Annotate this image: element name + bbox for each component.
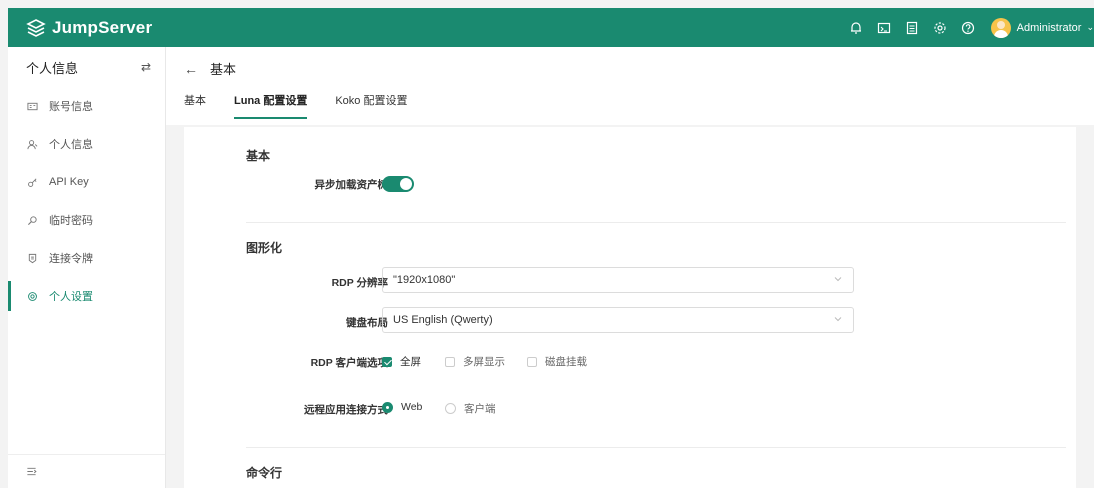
sidebar-item-profile[interactable]: 个人信息 [8, 125, 165, 163]
checkbox-unchecked[interactable] [527, 356, 537, 367]
keyboard-layout-select[interactable]: US English (Qwerty) [382, 307, 854, 333]
app-logo[interactable]: JumpServer [8, 18, 152, 38]
topbar-actions: Administrator ⌄ [835, 8, 1094, 47]
rdp-resolution-value: "1920x1080" [393, 274, 456, 286]
sidebar-item-label: 连接令牌 [49, 253, 93, 265]
tab-basic[interactable]: 基本 [184, 92, 206, 119]
remote-app-connect-label: 远程应用连接方式 [304, 404, 388, 416]
sidebar-item-connection-token[interactable]: 连接令牌 [8, 239, 165, 277]
tasks-icon[interactable] [905, 21, 919, 35]
rdp-client-options-label: RDP 客户端选项 [310, 357, 388, 369]
checkbox-checked[interactable] [382, 356, 392, 367]
chevron-down-icon [834, 277, 842, 282]
divider [246, 222, 1066, 223]
sidebar: 个人信息 ⇄ 账号信息 个人信息 API Key 临时密码 连接令牌 个人设置 [8, 47, 166, 488]
sidebar-item-label: 个人信息 [49, 139, 93, 151]
app-frame: JumpServer Administrator ⌄ 个人信息 ⇄ 账号信息 个… [8, 8, 1094, 488]
option-label: 全屏 [400, 356, 421, 368]
terminal-icon[interactable] [877, 21, 891, 35]
bell-icon[interactable] [849, 21, 863, 35]
sidebar-item-label: 临时密码 [49, 215, 93, 227]
token-icon [26, 252, 38, 264]
section-title-basic: 基本 [246, 149, 271, 163]
settings-icon [26, 290, 38, 302]
sidebar-header: 个人信息 ⇄ [8, 47, 165, 87]
sidebar-item-personal-settings[interactable]: 个人设置 [8, 277, 165, 315]
remote-app-option-web[interactable]: Web [382, 401, 422, 413]
radio-unselected[interactable] [445, 403, 456, 414]
user-name[interactable]: Administrator [1017, 22, 1082, 34]
rdp-option-fullscreen[interactable]: 全屏 [382, 354, 421, 369]
checkbox-unchecked[interactable] [445, 356, 455, 367]
rdp-option-disk-mount[interactable]: 磁盘挂载 [527, 354, 587, 369]
app-logo-text: JumpServer [52, 17, 153, 37]
main-area: ← 基本 基本 Luna 配置设置 Koko 配置设置 基本 异步加载资产树 图… [166, 47, 1094, 488]
sidebar-item-temp-password[interactable]: 临时密码 [8, 201, 165, 239]
option-label: 多屏显示 [463, 356, 505, 368]
page-header: ← 基本 基本 Luna 配置设置 Koko 配置设置 [166, 47, 1094, 125]
rdp-resolution-select[interactable]: "1920x1080" [382, 267, 854, 293]
sidebar-item-api-key[interactable]: API Key [8, 163, 165, 201]
search-key-icon [26, 214, 38, 226]
page-title: 基本 [210, 62, 237, 77]
rdp-option-multiscreen[interactable]: 多屏显示 [445, 354, 505, 369]
gear-icon[interactable] [933, 21, 947, 35]
sidebar-collapse-toggle[interactable]: ⇄ [141, 60, 151, 74]
jumpserver-logo-icon [26, 18, 46, 37]
menu-toggle-icon[interactable] [26, 466, 37, 477]
sidebar-title: 个人信息 [26, 60, 79, 76]
help-icon[interactable] [961, 21, 975, 35]
top-navbar: JumpServer Administrator ⌄ [8, 8, 1094, 47]
id-card-icon [26, 100, 38, 112]
user-icon [26, 138, 38, 150]
section-title-command-line: 命令行 [246, 466, 283, 480]
page-title-row: ← 基本 [184, 59, 236, 78]
section-title-graphics: 图形化 [246, 241, 283, 255]
option-label: Web [401, 401, 423, 413]
sidebar-item-label: API Key [49, 176, 89, 188]
remote-app-option-client[interactable]: 客户端 [445, 401, 496, 416]
option-label: 客户端 [464, 403, 496, 415]
chevron-down-icon [834, 317, 842, 322]
divider [246, 447, 1066, 448]
key-icon [26, 176, 38, 188]
async-tree-label: 异步加载资产树 [314, 179, 389, 191]
tab-luna-settings[interactable]: Luna 配置设置 [234, 92, 308, 119]
settings-form: 基本 异步加载资产树 图形化 RDP 分辨率 "1920x1080" 键盘布局 … [184, 127, 1076, 488]
tab-koko-settings[interactable]: Koko 配置设置 [335, 92, 407, 119]
chevron-down-icon[interactable]: ⌄ [1086, 22, 1094, 33]
sidebar-item-label: 账号信息 [49, 101, 93, 113]
settings-tabs: 基本 Luna 配置设置 Koko 配置设置 [184, 92, 435, 119]
user-avatar[interactable] [990, 17, 1011, 38]
sidebar-item-account-info[interactable]: 账号信息 [8, 87, 165, 125]
keyboard-layout-value: US English (Qwerty) [393, 314, 493, 326]
keyboard-layout-label: 键盘布局 [346, 317, 388, 329]
sidebar-footer [8, 454, 165, 488]
rdp-resolution-label: RDP 分辨率 [331, 277, 388, 289]
option-label: 磁盘挂载 [545, 356, 587, 368]
back-arrow-icon[interactable]: ← [184, 61, 198, 77]
async-tree-switch[interactable] [382, 176, 414, 192]
sidebar-item-label: 个人设置 [49, 291, 93, 303]
radio-selected[interactable] [382, 401, 393, 413]
